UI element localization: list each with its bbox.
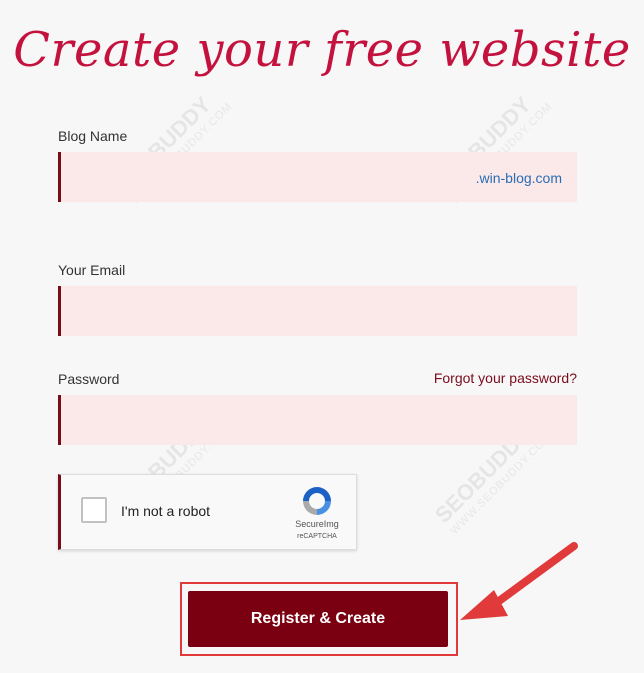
- captcha-brand: SecureImg: [295, 519, 339, 529]
- recaptcha-icon: [303, 487, 331, 515]
- email-input[interactable]: [58, 286, 577, 336]
- blog-name-label: Blog Name: [58, 128, 128, 144]
- pointer-arrow-icon: [460, 542, 578, 620]
- forgot-password-link[interactable]: Forgot your password?: [434, 370, 577, 386]
- captcha-checkbox[interactable]: [81, 497, 107, 523]
- password-label: Password: [58, 371, 120, 387]
- captcha-sub: reCAPTCHA: [297, 533, 337, 540]
- page-title: Create your free website: [13, 22, 631, 78]
- register-create-button[interactable]: Register & Create: [188, 591, 448, 647]
- captcha-widget: I'm not a robot SecureImg reCAPTCHA: [58, 474, 357, 550]
- captcha-label: I'm not a robot: [121, 503, 211, 519]
- email-label: Your Email: [58, 262, 126, 278]
- password-input[interactable]: [58, 395, 577, 445]
- blog-domain-suffix: .win-blog.com: [475, 170, 562, 186]
